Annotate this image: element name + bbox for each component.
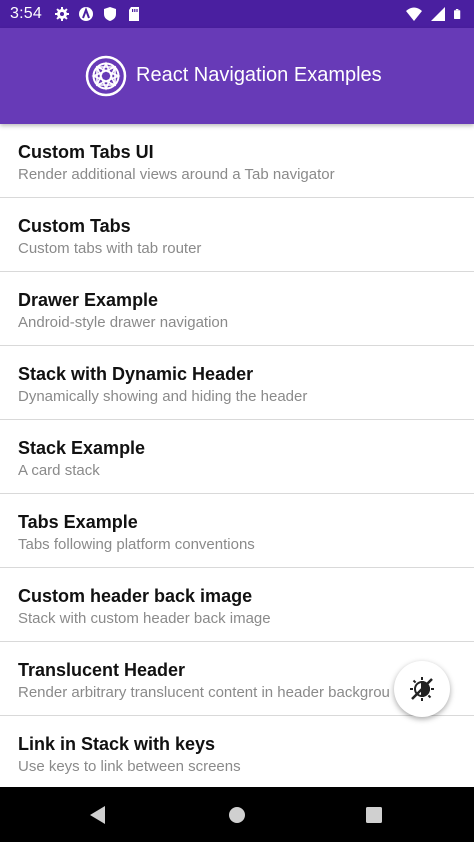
list-item-title: Custom Tabs UI <box>18 142 154 162</box>
status-bar: 3:54 <box>0 0 474 28</box>
list-item-title: Custom header back image <box>18 586 253 606</box>
cellular-icon <box>431 7 445 21</box>
page-title: React Navigation Examples <box>136 64 382 86</box>
system-nav-bar <box>0 787 474 842</box>
battery-icon <box>454 9 461 19</box>
wifi-icon <box>406 7 422 21</box>
list-item-subtitle: Render arbitrary translucent content in … <box>18 684 390 701</box>
list-item[interactable]: Custom Tabs UI Render additional views a… <box>0 124 474 198</box>
list-item-subtitle: A card stack <box>18 462 100 479</box>
sd-card-icon <box>129 7 139 21</box>
list-item-title: Stack with Dynamic Header <box>18 364 254 384</box>
list-item-subtitle: Android-style drawer navigation <box>18 314 229 331</box>
list-item-title: Custom Tabs <box>18 216 131 236</box>
list-item[interactable]: Stack Example A card stack <box>0 420 474 494</box>
gear-icon <box>55 7 69 21</box>
back-icon[interactable] <box>88 805 108 825</box>
list-item[interactable]: Tabs Example Tabs following platform con… <box>0 494 474 568</box>
react-navigation-logo-icon <box>85 55 127 97</box>
list-item-subtitle: Use keys to link between screens <box>18 758 241 775</box>
list-item-title: Tabs Example <box>18 512 138 532</box>
shield-icon <box>104 7 116 21</box>
list-item[interactable]: Custom Tabs Custom tabs with tab router <box>0 198 474 272</box>
list-item-subtitle: Render additional views around a Tab nav… <box>18 166 335 183</box>
list-item[interactable]: Stack with Dynamic Header Dynamically sh… <box>0 346 474 420</box>
list-item-title: Translucent Header <box>18 660 186 680</box>
list-item-title: Drawer Example <box>18 290 159 310</box>
status-icons-left <box>54 6 142 22</box>
list-item-subtitle: Custom tabs with tab router <box>18 240 202 257</box>
list-item-title: Stack Example <box>18 438 146 458</box>
a-circle-icon <box>79 7 93 21</box>
list-item-subtitle: Tabs following platform conventions <box>18 536 255 553</box>
recents-icon[interactable] <box>365 806 383 824</box>
status-time: 3:54 <box>10 5 42 22</box>
home-icon[interactable] <box>227 805 247 825</box>
list-item[interactable]: Drawer Example Android-style drawer navi… <box>0 272 474 346</box>
list-item[interactable]: Custom header back image Stack with cust… <box>0 568 474 642</box>
list-item-subtitle: Stack with custom header back image <box>18 610 271 627</box>
app-header: React Navigation Examples <box>0 28 474 124</box>
theme-toggle-button[interactable] <box>394 661 450 717</box>
list-item[interactable]: Link in Stack with keys Use keys to link… <box>0 716 474 790</box>
theme-toggle-icon <box>410 677 434 701</box>
status-icons-right <box>406 6 464 22</box>
list-item-title: Link in Stack with keys <box>18 734 216 754</box>
list-item-subtitle: Dynamically showing and hiding the heade… <box>18 388 308 405</box>
